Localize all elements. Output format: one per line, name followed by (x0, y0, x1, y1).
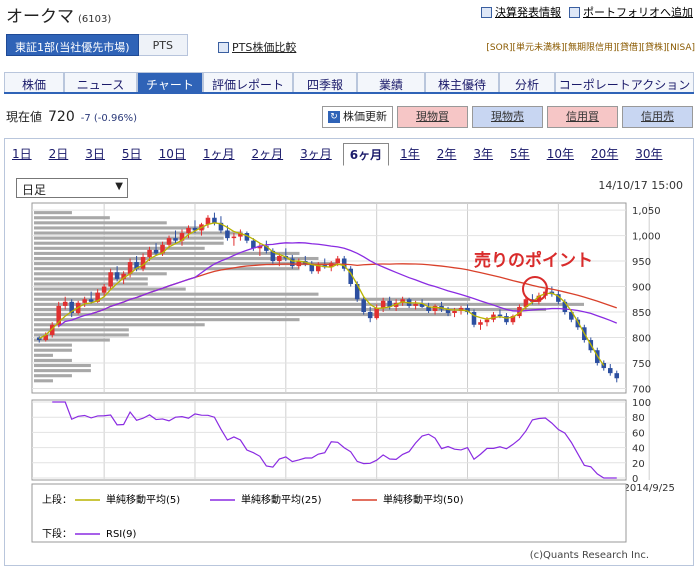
candle-body (166, 238, 172, 245)
volume-profile-bar (34, 226, 205, 230)
volume-profile-bar (34, 221, 167, 225)
candle-body (452, 310, 457, 314)
candle-body (335, 258, 341, 264)
price-tick-label: 1,000 (632, 232, 661, 243)
candle-body (101, 286, 107, 293)
price-tick-label: 850 (632, 308, 651, 319)
price-tick-label: 900 (632, 283, 651, 294)
chart-canvas: 1,050 1,000 950 900 850 800 750 700 100 80 60 40 20… (31, 202, 675, 543)
candle-body (114, 272, 120, 279)
volume-profile-bar (34, 267, 300, 271)
volume-profile-bar (34, 292, 319, 296)
volume-profile-bar (34, 379, 53, 383)
candle-body (361, 299, 366, 313)
candle-body (186, 227, 191, 234)
candle-body (484, 319, 490, 323)
volume-profile-bar (34, 231, 243, 235)
legend-sma5: 単純移動平均(5) (106, 493, 180, 506)
rsi-tick-label: 100 (632, 398, 651, 409)
volume-profile-bar (34, 272, 167, 276)
rsi-tick-label: 80 (632, 413, 645, 424)
rsi-panel (31, 399, 627, 481)
rsi-tick-label: 40 (632, 444, 645, 455)
price-axis: 1,050 1,000 950 900 850 800 750 700 (632, 206, 661, 395)
rsi-axis: 100806040200 (632, 398, 651, 485)
candle-body (380, 300, 386, 308)
candle-body (212, 217, 217, 223)
volume-profile-bar (34, 374, 72, 378)
candle-body (231, 236, 237, 239)
candle-body (497, 314, 503, 317)
copyright: (c)Quants Research Inc. (529, 550, 649, 561)
candle-body (153, 249, 159, 254)
price-tick-label: 750 (632, 359, 651, 370)
rsi-tick-label: 60 (632, 428, 645, 439)
candle-body (614, 373, 620, 379)
volume-profile-bar (34, 343, 72, 347)
candle-body (82, 299, 87, 303)
candle-body (413, 303, 418, 306)
volume-profile-bar (34, 211, 72, 215)
candle-body (62, 301, 68, 306)
candle-body (504, 316, 509, 323)
candle-body (173, 238, 178, 241)
volume-profile-bar (34, 333, 129, 337)
legend-rsi: RSI(9) (106, 529, 137, 540)
volume-profile-bar (34, 246, 205, 250)
volume-profile-bar (34, 358, 72, 362)
candle-body (277, 255, 282, 262)
volume-profile-bar (34, 236, 224, 240)
candle-body (607, 368, 613, 374)
volume-profile-bar (34, 328, 129, 332)
volume-profile-bar (34, 348, 72, 352)
price-tick-label: 1,050 (632, 206, 661, 217)
legend-sma25: 単純移動平均(25) (241, 493, 322, 506)
candle-body (374, 307, 379, 319)
volume-profile-bar (34, 277, 148, 281)
volume-profile-bar (34, 353, 53, 357)
legend-upper-label: 上段： (42, 493, 72, 506)
price-tick-label: 950 (632, 257, 651, 268)
price-tick-label: 700 (632, 384, 651, 395)
legend-lower-label: 下段： (42, 527, 72, 540)
x-tick-label: 2014/9/25 (624, 483, 675, 494)
candle-body (108, 272, 113, 287)
candle-body (478, 322, 483, 325)
price-tick-label: 800 (632, 333, 651, 344)
candle-body (225, 230, 230, 239)
volume-profile-bar (34, 363, 91, 368)
candle-body (367, 312, 373, 319)
candle-body (88, 299, 94, 302)
volume-profile-bar (34, 216, 110, 220)
legend-sma50: 単純移動平均(50) (383, 493, 464, 506)
volume-profile-bar (34, 313, 452, 317)
volume-profile-bar (34, 241, 224, 245)
sell-point-annotation: 売りのポイント (474, 250, 593, 271)
volume-profile-bar (34, 282, 148, 286)
volume-profile-bar (34, 256, 319, 261)
rsi-tick-label: 20 (632, 459, 645, 470)
candle-body (147, 249, 152, 257)
volume-profile-bar (34, 369, 91, 373)
